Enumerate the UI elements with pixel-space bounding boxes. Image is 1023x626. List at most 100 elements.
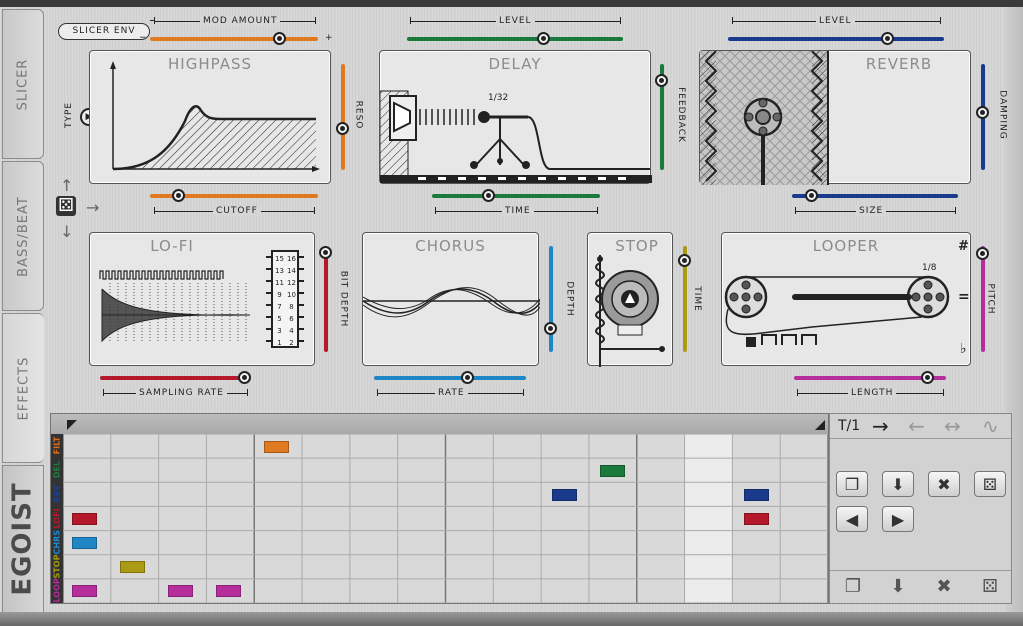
random-direction-icon[interactable]: ∿ bbox=[982, 414, 999, 438]
rate-tick-l bbox=[377, 389, 378, 396]
forward-arrow-icon[interactable]: → bbox=[872, 414, 889, 438]
bitdepth-knob[interactable] bbox=[319, 246, 332, 259]
cutoff-tick-r bbox=[314, 207, 315, 214]
note-loop[interactable] bbox=[72, 585, 97, 597]
delay-level-slider[interactable] bbox=[407, 37, 623, 41]
dice-icon[interactable]: ⚄ bbox=[56, 196, 76, 216]
copy-button[interactable]: ❐ bbox=[836, 471, 868, 497]
note-loop[interactable] bbox=[216, 585, 241, 597]
right-arrow-icon[interactable]: → bbox=[86, 198, 99, 217]
pingpong-arrow-icon[interactable]: ↔ bbox=[944, 414, 961, 438]
tab-bassbeat[interactable]: BASS/BEAT bbox=[2, 161, 44, 311]
note-lofi[interactable] bbox=[72, 513, 97, 525]
mini-clear-icon[interactable]: ✖ bbox=[929, 576, 959, 597]
note-rev[interactable] bbox=[552, 489, 577, 501]
sequencer-loop-markers[interactable] bbox=[51, 414, 828, 434]
looper-panel: LOOPER 1/8 # = ♭ bbox=[721, 232, 971, 366]
tab-bassbeat-label: BASS/BEAT bbox=[15, 195, 31, 277]
tab-slicer[interactable]: SLICER bbox=[2, 9, 44, 159]
note-stop[interactable] bbox=[120, 561, 145, 573]
chip-pin: 13 bbox=[275, 267, 284, 275]
note-chrs[interactable] bbox=[72, 537, 97, 549]
sequencer-grid[interactable] bbox=[63, 434, 828, 603]
up-arrow-icon[interactable]: ↑ bbox=[60, 176, 73, 195]
note-lofi[interactable] bbox=[744, 513, 769, 525]
reso-slider[interactable] bbox=[341, 64, 345, 170]
stop-time-knob[interactable] bbox=[678, 254, 691, 267]
reverb-level-slider[interactable] bbox=[728, 37, 944, 41]
note-filt[interactable] bbox=[264, 441, 289, 453]
prev-button[interactable]: ◀ bbox=[836, 506, 868, 532]
mod-plus: + bbox=[325, 33, 333, 43]
sequencer: FILT DEL REV LOFI CHRS STOP LOOP bbox=[50, 413, 829, 604]
delay-time-slider[interactable] bbox=[432, 194, 600, 198]
time-division[interactable]: T/1 bbox=[838, 418, 860, 434]
rate-knob[interactable] bbox=[461, 371, 474, 384]
chip-left-pins: 15 13 11 9 7 5 3 1 bbox=[274, 253, 285, 349]
row-label-del: DEL bbox=[52, 461, 62, 479]
delay-level-tick-r bbox=[620, 17, 621, 24]
sampling-knob[interactable] bbox=[238, 371, 251, 384]
damping-knob[interactable] bbox=[976, 106, 989, 119]
sampling-slider[interactable] bbox=[100, 376, 250, 380]
delay-level-tick-l bbox=[410, 17, 411, 24]
back-arrow-icon[interactable]: ← bbox=[908, 414, 925, 438]
chip-right-pins: 16 14 12 10 8 6 4 2 bbox=[286, 253, 297, 349]
pitch-slider[interactable] bbox=[981, 246, 985, 352]
row-labels: FILT DEL REV LOFI CHRS STOP LOOP bbox=[51, 434, 63, 603]
bitdepth-slider[interactable] bbox=[324, 246, 328, 352]
clear-button[interactable]: ✖ bbox=[928, 471, 960, 497]
delay-level-knob[interactable] bbox=[537, 32, 550, 45]
chip-pin: 12 bbox=[287, 279, 296, 287]
chip-pin: 10 bbox=[287, 291, 296, 299]
tab-effects[interactable]: EFFECTS bbox=[2, 313, 44, 463]
logo-text: EGOIST bbox=[8, 482, 38, 596]
egoist-logo: EGOIST bbox=[2, 465, 44, 613]
tab-slicer-label: SLICER bbox=[15, 58, 31, 110]
feedback-knob[interactable] bbox=[655, 74, 668, 87]
chip-pin: 6 bbox=[289, 315, 294, 323]
mod-amount-slider[interactable] bbox=[150, 37, 318, 41]
length-knob[interactable] bbox=[921, 371, 934, 384]
save-button[interactable]: ⬇ bbox=[882, 471, 914, 497]
row-label-lofi: LOFI bbox=[52, 507, 62, 529]
chip-pin: 3 bbox=[277, 327, 282, 335]
row-label-filt: FILT bbox=[52, 436, 62, 455]
chip-pin: 8 bbox=[289, 303, 294, 311]
depth-knob[interactable] bbox=[544, 322, 557, 335]
reverb-level-label: LEVEL bbox=[816, 16, 855, 26]
playhead-column bbox=[684, 434, 733, 603]
save-icon: ⬇ bbox=[891, 474, 905, 494]
reso-knob[interactable] bbox=[336, 122, 349, 135]
chip-pin: 7 bbox=[277, 303, 282, 311]
mini-copy-icon[interactable]: ❐ bbox=[838, 576, 868, 597]
length-tick-l bbox=[797, 389, 798, 396]
cutoff-label: CUTOFF bbox=[213, 206, 261, 216]
mod-amount-knob[interactable] bbox=[273, 32, 286, 45]
tab-effects-label: EFFECTS bbox=[16, 356, 31, 420]
down-arrow-icon[interactable]: ↓ bbox=[60, 222, 73, 241]
sequencer-header[interactable] bbox=[51, 414, 828, 434]
mini-dice-icon[interactable]: ⚄ bbox=[975, 576, 1005, 597]
mini-save-icon[interactable]: ⬇ bbox=[883, 576, 913, 597]
depth-slider[interactable] bbox=[549, 246, 553, 352]
reverb-level-knob[interactable] bbox=[881, 32, 894, 45]
note-loop[interactable] bbox=[168, 585, 193, 597]
rate-slider[interactable] bbox=[374, 376, 526, 380]
note-rev[interactable] bbox=[744, 489, 769, 501]
chip-pin: 4 bbox=[289, 327, 294, 335]
pitch-knob[interactable] bbox=[976, 247, 989, 260]
cutoff-knob[interactable] bbox=[172, 189, 185, 202]
prev-icon: ◀ bbox=[845, 509, 859, 529]
randomize-button[interactable]: ⚄ bbox=[974, 471, 1006, 497]
note-del[interactable] bbox=[600, 465, 625, 477]
delay-time-knob[interactable] bbox=[482, 189, 495, 202]
slicer-env-button[interactable]: SLICER ENV bbox=[58, 23, 150, 40]
next-button[interactable]: ▶ bbox=[882, 506, 914, 532]
sampling-label: SAMPLING RATE bbox=[136, 388, 227, 398]
chip-pin: 2 bbox=[289, 339, 294, 347]
stop-graphic bbox=[595, 255, 665, 367]
size-label: SIZE bbox=[856, 206, 887, 216]
size-knob[interactable] bbox=[805, 189, 818, 202]
delay-panel: DELAY 1/32 bbox=[379, 50, 652, 184]
